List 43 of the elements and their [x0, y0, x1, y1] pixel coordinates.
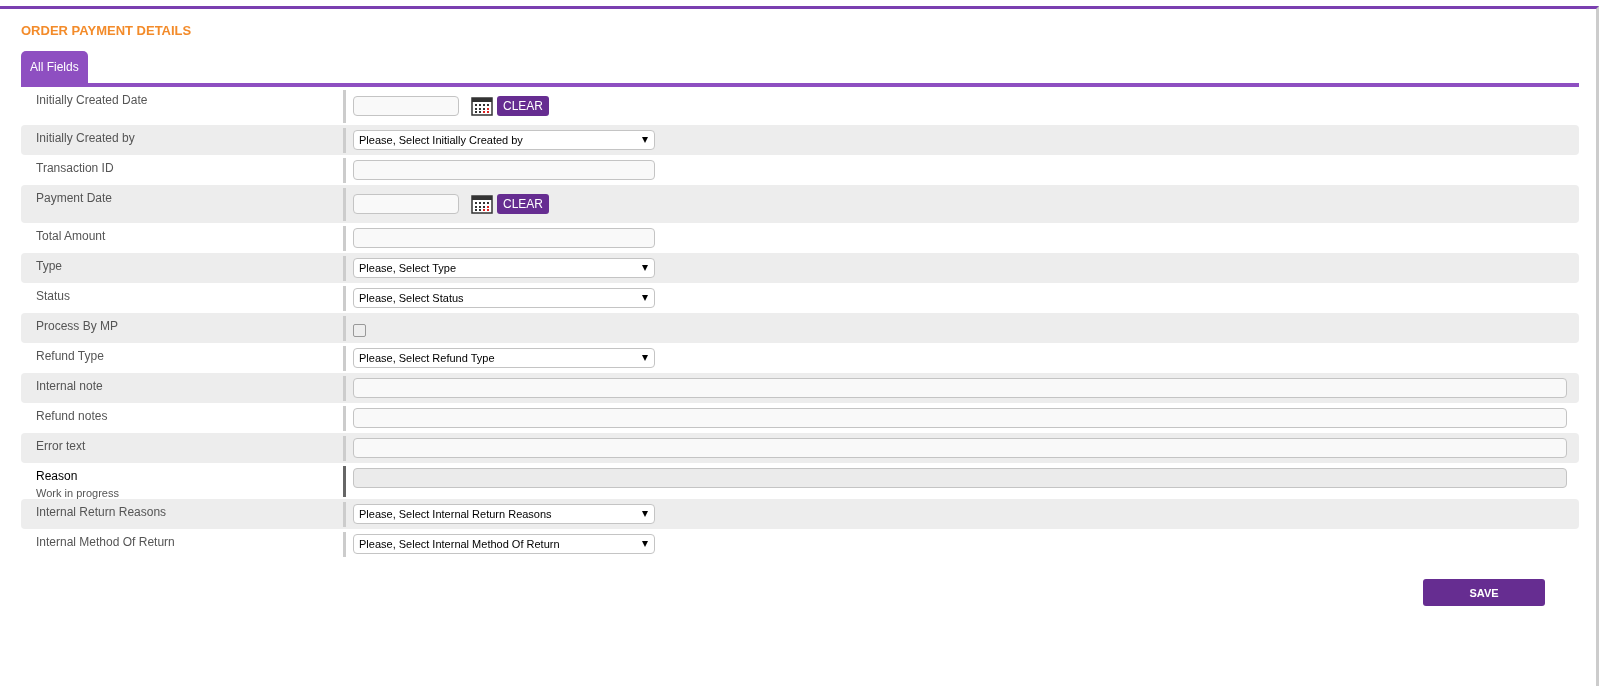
field-label: Type	[36, 259, 63, 273]
field-label: Internal note	[36, 379, 104, 393]
caret-icon	[642, 355, 648, 361]
caret-icon	[642, 541, 648, 547]
date-input-field[interactable]	[353, 194, 459, 214]
clear-button[interactable]: CLEAR	[497, 96, 549, 116]
text-input-field[interactable]	[353, 160, 655, 180]
field-label: Refund Type	[36, 349, 105, 363]
clear-button[interactable]: CLEAR	[497, 194, 549, 214]
page-title: ORDER PAYMENT DETAILS	[21, 22, 193, 38]
caret-icon	[642, 137, 648, 143]
text-input-field[interactable]	[353, 228, 655, 248]
field-label: Transaction ID	[36, 161, 115, 175]
select-dropdown[interactable]: Please, Select Refund Type	[353, 348, 655, 368]
field-label: Internal Method Of Return	[36, 535, 176, 549]
text-input-field[interactable]	[353, 408, 1567, 428]
calendar-icon[interactable]	[471, 96, 493, 116]
text-input-field[interactable]	[353, 378, 1567, 398]
calendar-icon[interactable]	[471, 194, 493, 214]
field-label: Process By MP	[36, 319, 120, 333]
tab[interactable]: All Fields	[21, 51, 88, 83]
field-label: Error text	[36, 439, 87, 453]
caret-icon	[642, 265, 648, 271]
select-dropdown[interactable]: Please, Select Internal Return Reasons	[353, 504, 655, 524]
field-note: Work in progress	[36, 487, 120, 499]
field-label: Status	[36, 289, 72, 303]
field-label: Payment Date	[36, 191, 114, 205]
checkbox[interactable]	[353, 323, 366, 337]
save-button[interactable]: SAVE	[1423, 579, 1545, 606]
select-dropdown[interactable]: Please, Select Type	[353, 258, 655, 278]
field-label: Refund notes	[36, 409, 109, 423]
field-label: Total Amount	[36, 229, 107, 243]
select-dropdown[interactable]: Please, Select Status	[353, 288, 655, 308]
select-dropdown[interactable]: Please, Select Internal Method Of Return	[353, 534, 655, 554]
date-input-field[interactable]	[353, 96, 459, 116]
field-label: Reason	[36, 469, 79, 483]
caret-icon	[642, 511, 648, 517]
caret-icon	[642, 295, 648, 301]
field-label: Initially Created by	[36, 131, 136, 145]
field-label: Initially Created Date	[36, 93, 149, 107]
field-label: Internal Return Reasons	[36, 505, 168, 519]
select-dropdown[interactable]: Please, Select Initially Created by	[353, 130, 655, 150]
text-input-field[interactable]	[353, 438, 1567, 458]
